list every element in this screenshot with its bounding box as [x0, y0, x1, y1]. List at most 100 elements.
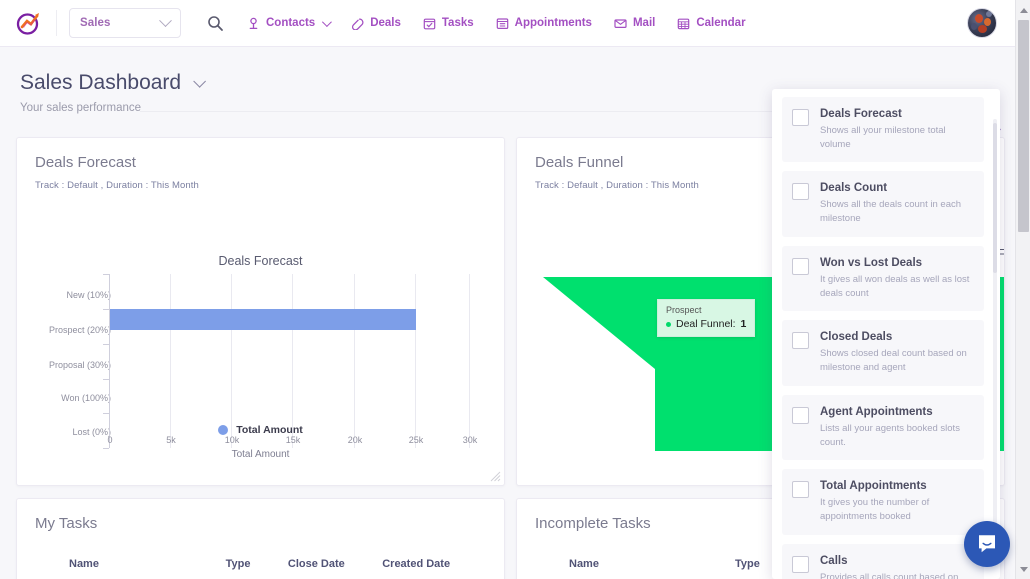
page-subtitle: Your sales performance	[20, 102, 141, 114]
checkbox-icon[interactable]	[792, 109, 809, 126]
checkbox-icon[interactable]	[792, 556, 809, 573]
report-option-deals-count[interactable]: Deals Count Shows all the deals count in…	[782, 171, 984, 236]
report-option-title: Calls	[820, 554, 974, 569]
nav-item-label: Contacts	[266, 17, 315, 29]
y-tick-label: New (10%)	[17, 290, 111, 300]
calendar-icon	[677, 17, 690, 30]
axis-tick	[103, 274, 109, 275]
page-scrollbar[interactable]	[1015, 0, 1030, 579]
gridline	[415, 274, 416, 448]
legend-label: Total Amount	[236, 424, 303, 436]
report-option-title: Total Appointments	[820, 479, 974, 494]
column-header-created-date: Created Date	[382, 558, 486, 570]
checkbox-icon[interactable]	[792, 332, 809, 349]
report-option-agent-appointments[interactable]: Agent Appointments Lists all your agents…	[782, 395, 984, 460]
report-option-total-appointments[interactable]: Total Appointments It gives you the numb…	[782, 469, 984, 534]
crm-logo[interactable]	[14, 8, 44, 38]
tooltip-value: 1	[741, 318, 747, 330]
resize-grip[interactable]	[490, 471, 501, 482]
page-title-row[interactable]: Sales Dashboard	[20, 71, 202, 95]
report-option-closed-deals[interactable]: Closed Deals Shows closed deal count bas…	[782, 320, 984, 385]
dropdown-scrollbar-thumb[interactable]	[993, 123, 997, 273]
bar-prospect[interactable]	[110, 309, 416, 330]
chart-title: Deals Forecast	[17, 254, 504, 268]
card-my-tasks: My Tasks Name Type Close Date Created Da…	[16, 498, 505, 579]
page-title: Sales Dashboard	[20, 71, 181, 95]
report-option-title: Closed Deals	[820, 330, 974, 345]
y-tick-label: Prospect (20%)	[17, 325, 111, 335]
nav-item-appointments[interactable]: Appointments	[496, 17, 592, 30]
checkbox-icon[interactable]	[792, 258, 809, 275]
report-option-desc: Shows all the deals count in each milest…	[820, 198, 974, 226]
report-option-title: Agent Appointments	[820, 405, 974, 420]
chevron-down-icon	[322, 17, 332, 27]
card-deals-forecast: Deals Forecast Track : Default , Duratio…	[16, 137, 505, 486]
nav-item-label: Deals	[370, 17, 401, 29]
nav-item-deals[interactable]: Deals	[351, 17, 401, 30]
column-header-close-date: Close Date	[288, 558, 382, 570]
funnel-tooltip: Prospect Deal Funnel: 1	[657, 299, 755, 337]
y-tick-label: Won (100%)	[17, 393, 111, 403]
nav-item-mail[interactable]: Mail	[614, 17, 655, 30]
report-option-title: Deals Forecast	[820, 107, 974, 122]
tag-icon	[351, 17, 364, 30]
user-avatar[interactable]	[967, 8, 997, 38]
axis-tick	[103, 344, 109, 345]
scrollbar-thumb[interactable]	[1018, 20, 1029, 232]
nav-item-calendar[interactable]: Calendar	[677, 17, 745, 30]
task-check-icon	[423, 17, 436, 30]
x-tick-label: 20k	[346, 435, 364, 445]
tooltip-series: Deal Funnel:	[676, 318, 736, 330]
nav-item-label: Mail	[633, 17, 655, 29]
tooltip-stage: Prospect	[666, 305, 746, 315]
my-tasks-table-header: Name Type Close Date Created Date	[35, 558, 486, 579]
tooltip-swatch	[666, 322, 671, 327]
workspace-select[interactable]: Sales	[69, 8, 181, 38]
y-axis	[109, 274, 110, 448]
dashboard-app: Sales Contacts	[0, 0, 1030, 579]
chevron-down-icon[interactable]	[193, 75, 206, 88]
axis-tick	[103, 379, 109, 380]
chevron-down-icon	[159, 14, 172, 27]
checkbox-icon[interactable]	[792, 407, 809, 424]
envelope-icon	[614, 17, 627, 30]
navbar-menu: Contacts Deals	[247, 17, 746, 30]
report-option-desc: Shows closed deal count based on milesto…	[820, 347, 974, 375]
x-tick-label: 10k	[223, 435, 241, 445]
chart-legend[interactable]: Total Amount	[17, 424, 504, 436]
scroll-down-arrow[interactable]	[1016, 561, 1030, 577]
nav-item-contacts[interactable]: Contacts	[247, 17, 329, 30]
search-icon[interactable]	[203, 11, 227, 35]
x-tick-label: 25k	[407, 435, 425, 445]
appointments-icon	[496, 17, 509, 30]
scroll-up-arrow[interactable]	[1016, 2, 1030, 18]
top-navbar: Sales Contacts	[0, 0, 1015, 47]
checkbox-icon[interactable]	[792, 481, 809, 498]
chat-launcher[interactable]	[964, 521, 1010, 567]
gridline	[292, 274, 293, 448]
card-title: Deals Forecast	[35, 154, 486, 171]
checkbox-icon[interactable]	[792, 183, 809, 200]
x-tick-label: 30k	[461, 435, 479, 445]
card-meta: Track : Default , Duration : This Month	[35, 180, 486, 191]
x-tick-label: 5k	[163, 435, 179, 445]
report-option-desc: It gives you the number of appointments …	[820, 496, 974, 524]
nav-item-label: Appointments	[515, 17, 592, 29]
add-reports-dropdown: Deals Forecast Shows all your milestone …	[772, 89, 1000, 579]
x-tick-label: 15k	[284, 435, 302, 445]
column-header-name: Name	[35, 558, 226, 570]
gridline	[170, 274, 171, 448]
x-tick-label: 0	[103, 435, 117, 445]
gridline	[354, 274, 355, 448]
gridline	[469, 274, 470, 448]
axis-tick	[103, 413, 109, 414]
report-option-deals-forecast[interactable]: Deals Forecast Shows all your milestone …	[782, 97, 984, 162]
nav-item-tasks[interactable]: Tasks	[423, 17, 474, 30]
report-option-won-vs-lost-deals[interactable]: Won vs Lost Deals It gives all won deals…	[782, 246, 984, 311]
gridline	[231, 274, 232, 448]
report-option-desc: Lists all your agents booked slots count…	[820, 422, 974, 450]
report-option-calls[interactable]: Calls Provides all calls count based on …	[782, 544, 984, 579]
y-tick-label: Proposal (30%)	[17, 360, 111, 370]
nav-item-label: Tasks	[442, 17, 474, 29]
chat-bubble-icon	[975, 532, 999, 556]
